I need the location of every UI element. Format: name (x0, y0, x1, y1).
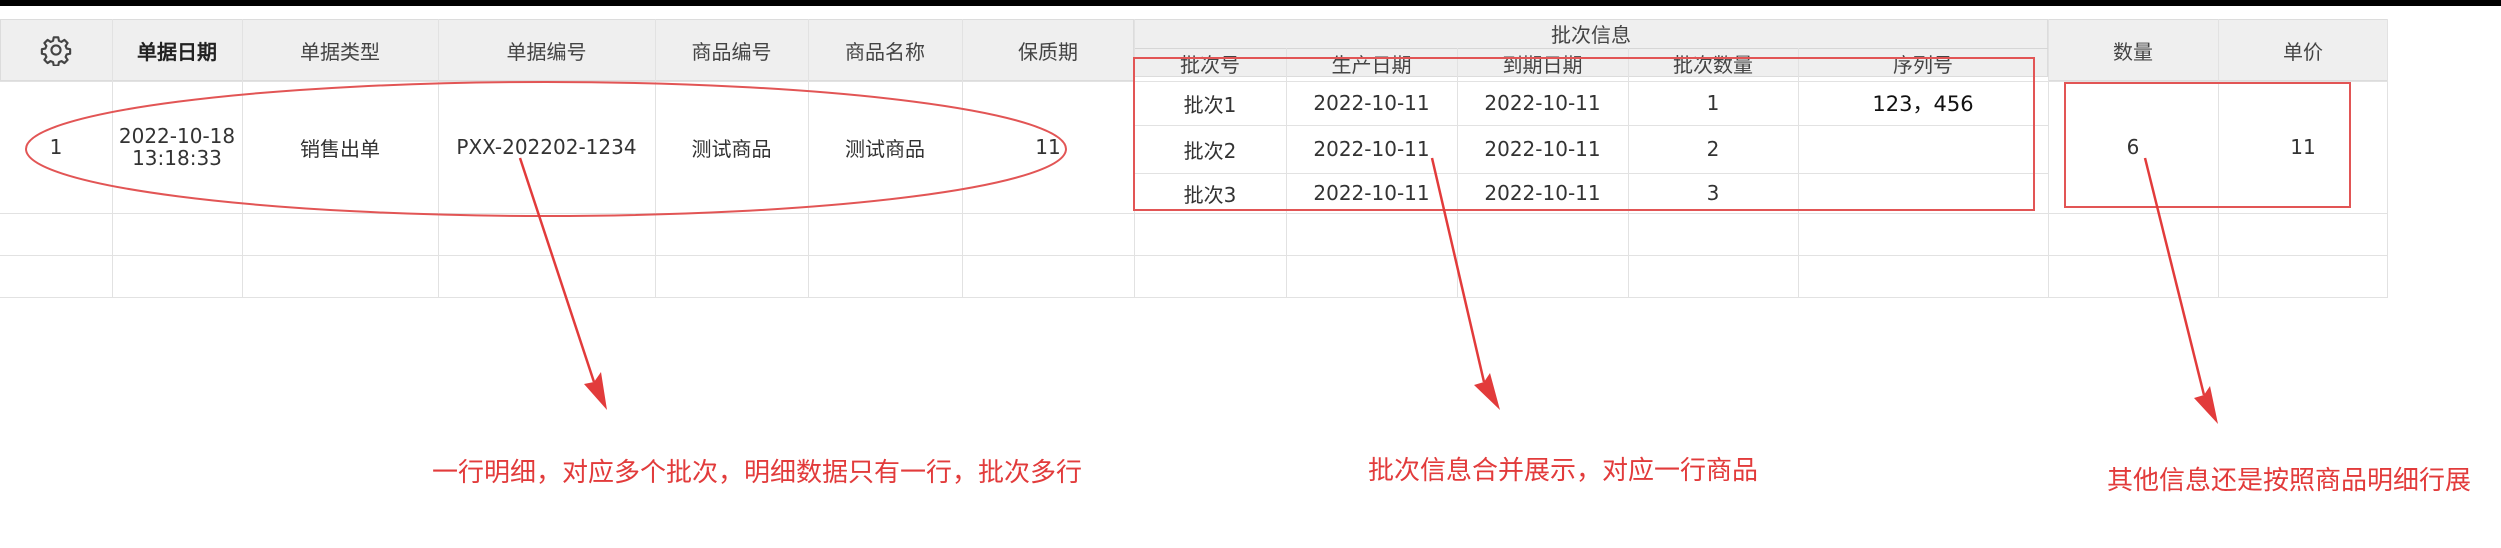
header-batch-no[interactable]: 批次号 (1134, 48, 1286, 78)
row-divider (0, 255, 2388, 256)
row-date: 2022-10-18 (118, 124, 236, 148)
batch-exp-date[interactable]: 2022-10-11 (1457, 125, 1628, 173)
batch-qty[interactable]: 2 (1628, 125, 1798, 173)
row-time: 13:18:33 (132, 146, 222, 170)
annotation-detail-note: 一行明细，对应多个批次，明细数据只有一行，批次多行 (432, 458, 1083, 488)
batch-serial[interactable] (1798, 173, 2048, 213)
top-bar (0, 0, 2501, 6)
header-product-name[interactable]: 商品名称 (808, 19, 962, 81)
annotation-other-note: 其他信息还是按照商品明细行展 (2107, 466, 2472, 496)
batch-serial[interactable] (1798, 125, 2048, 173)
batch-no[interactable]: 批次2 (1134, 125, 1286, 173)
row-quantity[interactable]: 6 (2048, 81, 2218, 213)
header-product-code[interactable]: 商品编号 (655, 19, 808, 81)
header-shelf-life[interactable]: 保质期 (962, 19, 1134, 81)
batch-exp-date[interactable]: 2022-10-11 (1457, 173, 1628, 213)
header-batch-qty[interactable]: 批次数量 (1628, 48, 1798, 78)
batch-qty[interactable]: 1 (1628, 81, 1798, 125)
header-batch-group: 批次信息 (1551, 23, 1631, 47)
row-divider (0, 213, 2388, 214)
row-index: 1 (49, 135, 63, 159)
column-settings-button[interactable] (0, 19, 112, 81)
batch-serial[interactable]: 123，456 (1798, 81, 2048, 125)
row-number[interactable]: PXX-202202-1234 (438, 81, 655, 213)
batch-mfg-date[interactable]: 2022-10-11 (1286, 173, 1457, 213)
row-shelf-life[interactable]: 11 (962, 81, 1134, 213)
batch-mfg-date[interactable]: 2022-10-11 (1286, 81, 1457, 125)
gear-icon (40, 36, 72, 66)
header-type[interactable]: 单据类型 (242, 19, 438, 81)
row-type[interactable]: 销售出单 (242, 81, 438, 213)
row-product-name[interactable]: 测试商品 (808, 81, 962, 213)
batch-qty[interactable]: 3 (1628, 173, 1798, 213)
header-mfg-date[interactable]: 生产日期 (1286, 48, 1457, 78)
row-unit-price[interactable]: 11 (2218, 81, 2388, 213)
batch-exp-date[interactable]: 2022-10-11 (1457, 81, 1628, 125)
row-product-code[interactable]: 测试商品 (655, 81, 808, 213)
batch-no[interactable]: 批次3 (1134, 173, 1286, 213)
row-divider (0, 297, 2388, 298)
header-quantity[interactable]: 数量 (2048, 19, 2218, 81)
batch-no[interactable]: 批次1 (1134, 81, 1286, 125)
header-number[interactable]: 单据编号 (438, 19, 655, 81)
annotation-batch-note: 批次信息合并展示，对应一行商品 (1368, 456, 1759, 486)
batch-mfg-date[interactable]: 2022-10-11 (1286, 125, 1457, 173)
header-date[interactable]: 单据日期 (112, 19, 242, 81)
header-serial-no[interactable]: 序列号 (1798, 48, 2048, 78)
header-exp-date[interactable]: 到期日期 (1457, 48, 1628, 78)
row-date-cell[interactable]: 2022-10-18 13:18:33 (112, 81, 242, 213)
header-unit-price[interactable]: 单价 (2218, 19, 2388, 81)
